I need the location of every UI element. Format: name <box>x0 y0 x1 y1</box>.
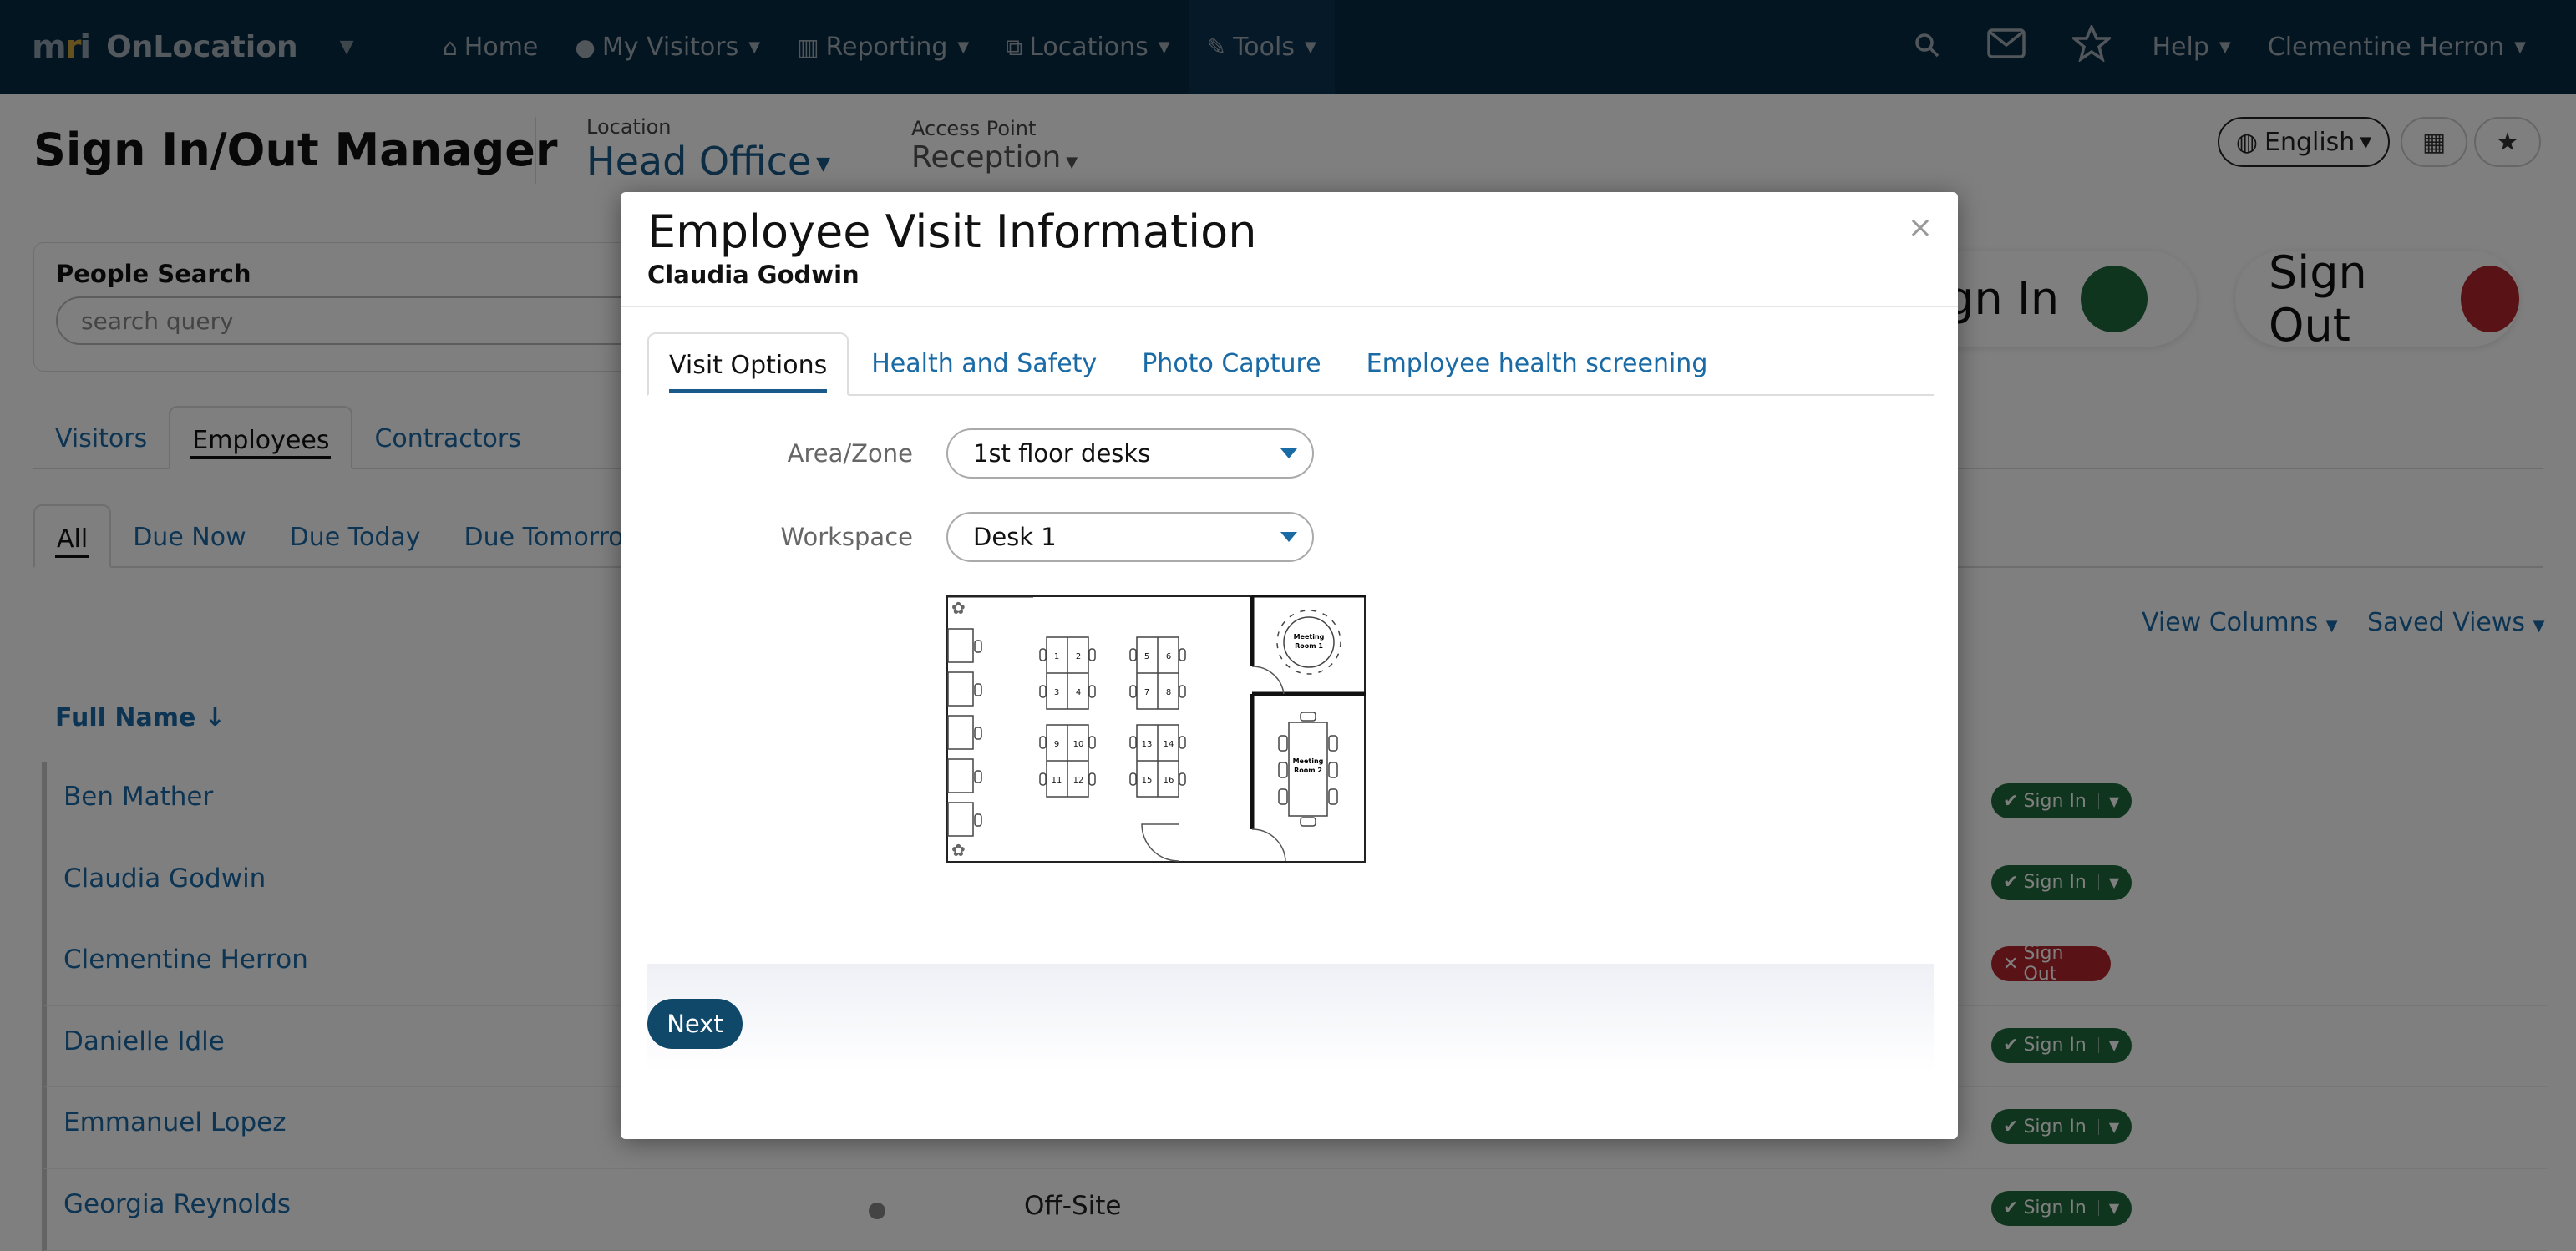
floor-plan-image[interactable]: ✿ ✿ 1 2 3 4 5 6 7 8 9 10 11 12 13 14 15 … <box>946 595 1366 863</box>
modal-footer <box>647 964 1934 1072</box>
chevron-down-icon <box>1280 448 1297 458</box>
svg-text:9: 9 <box>1054 740 1059 749</box>
tab-visit-options[interactable]: Visit Options <box>647 332 849 396</box>
close-icon[interactable]: × <box>1908 210 1933 245</box>
tab-photo-capture[interactable]: Photo Capture <box>1119 332 1343 394</box>
svg-text:12: 12 <box>1073 776 1084 785</box>
svg-text:8: 8 <box>1166 688 1171 697</box>
svg-text:✿: ✿ <box>951 598 966 618</box>
modal-tabs: Visit Options Health and Safety Photo Ca… <box>647 332 1934 396</box>
svg-text:Room 2: Room 2 <box>1294 767 1322 774</box>
svg-text:1: 1 <box>1054 652 1059 661</box>
modal-subtitle: Claudia Godwin <box>647 261 860 289</box>
modal-title: Employee Visit Information <box>647 205 1257 258</box>
modal-header-divider <box>621 306 1958 307</box>
area-zone-select[interactable]: 1st floor desks <box>946 428 1314 479</box>
workspace-label: Workspace <box>780 523 913 551</box>
workspace-select[interactable]: Desk 1 <box>946 512 1314 562</box>
svg-text:Room 1: Room 1 <box>1295 642 1323 650</box>
workspace-value: Desk 1 <box>973 523 1057 551</box>
svg-text:10: 10 <box>1073 740 1084 749</box>
svg-text:Meeting: Meeting <box>1294 633 1325 641</box>
next-button[interactable]: Next <box>647 999 743 1049</box>
svg-text:5: 5 <box>1144 652 1149 661</box>
svg-text:14: 14 <box>1164 740 1174 749</box>
svg-text:16: 16 <box>1164 776 1174 785</box>
svg-text:3: 3 <box>1054 688 1059 697</box>
area-zone-label: Area/Zone <box>787 439 913 468</box>
svg-text:2: 2 <box>1076 652 1081 661</box>
svg-text:7: 7 <box>1144 688 1149 697</box>
svg-text:4: 4 <box>1076 688 1081 697</box>
svg-text:✿: ✿ <box>951 840 966 860</box>
tab-employee-health-screening[interactable]: Employee health screening <box>1344 332 1731 394</box>
svg-text:11: 11 <box>1052 776 1062 785</box>
svg-text:6: 6 <box>1166 652 1171 661</box>
chevron-down-icon <box>1280 532 1297 542</box>
svg-text:13: 13 <box>1142 740 1153 749</box>
area-zone-value: 1st floor desks <box>973 439 1151 468</box>
svg-text:15: 15 <box>1142 776 1153 785</box>
employee-visit-modal: Employee Visit Information Claudia Godwi… <box>621 192 1958 1139</box>
svg-text:Meeting: Meeting <box>1293 757 1324 765</box>
tab-health-and-safety[interactable]: Health and Safety <box>849 332 1119 394</box>
